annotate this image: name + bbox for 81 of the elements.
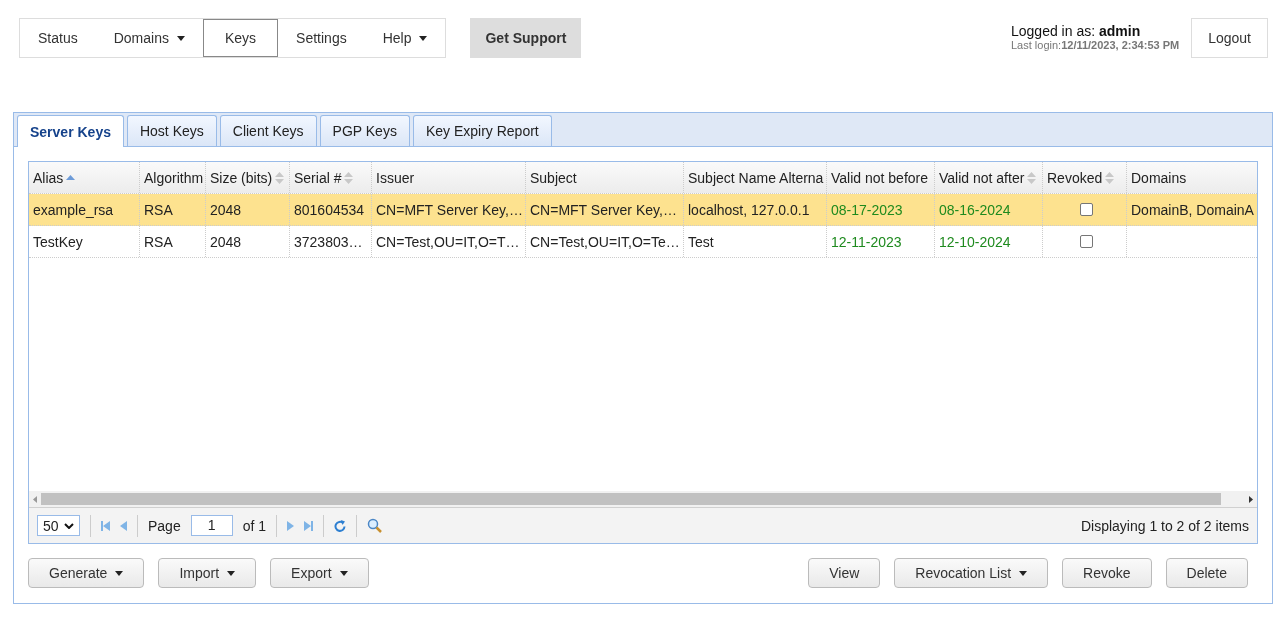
action-button[interactable]: Delete	[1165, 558, 1248, 588]
column-header[interactable]: Domains	[1127, 162, 1257, 193]
table-cell: 2048	[210, 201, 242, 218]
column-label: Issuer	[376, 169, 415, 186]
column-label: Subject Name Alterna	[688, 169, 824, 186]
column-header[interactable]: Alias	[29, 162, 140, 193]
scroll-right-icon[interactable]	[1249, 495, 1253, 503]
action-button[interactable]: View	[808, 558, 881, 588]
nav-item[interactable]: Status	[20, 19, 96, 57]
page-size-select[interactable]: 50	[37, 515, 80, 536]
column-label: Algorithm	[144, 169, 204, 186]
prev-icon	[120, 520, 127, 531]
table-cell: 08-17-2023	[831, 201, 903, 218]
table-cell: CN=MFT Server Key,…	[530, 201, 677, 218]
table-cell: 2048	[210, 233, 242, 250]
page-label: Page	[148, 517, 181, 534]
last-page-icon[interactable]	[304, 520, 314, 531]
table-cell: 08-16-2024	[939, 201, 1011, 218]
tab[interactable]: PGP Keys	[319, 115, 410, 146]
column-header[interactable]: Subject	[526, 162, 684, 193]
column-label: Size (bits)	[210, 169, 273, 186]
tab[interactable]: Host Keys	[126, 115, 217, 146]
action-button[interactable]: Export	[270, 558, 369, 588]
pager-summary: Displaying 1 to 2 of 2 items	[1080, 517, 1249, 534]
table-cell: CN=Test,OU=IT,O=Te…	[530, 233, 680, 250]
column-label: Valid not before	[831, 169, 929, 186]
table-cell: TestKey	[33, 233, 83, 250]
tab[interactable]: Key Expiry Report	[412, 115, 552, 146]
tab[interactable]: Client Keys	[219, 115, 317, 146]
search-icon[interactable]	[367, 518, 383, 533]
column-header[interactable]: Subject Name Alterna	[684, 162, 827, 193]
table-cell: CN=Test,OU=IT,O=T…	[376, 233, 520, 250]
action-button[interactable]: Revoke	[1062, 558, 1152, 588]
scroll-left-icon[interactable]	[33, 495, 37, 503]
column-header[interactable]: Size (bits)	[206, 162, 290, 193]
table-cell: 801604534	[294, 201, 365, 218]
column-header[interactable]: Algorithm	[140, 162, 206, 193]
table-cell: RSA	[144, 233, 173, 250]
chevron-down-icon	[64, 522, 74, 529]
revoked-checkbox[interactable]	[1080, 235, 1093, 248]
column-label: Domains	[1131, 169, 1187, 186]
next-icon	[287, 520, 295, 531]
table-row[interactable]: example_rsa RSA 2048 801604534 CN=MFT Server Key,… CN=MFT Server Key,… localhost, 127.0.0.1 08-17-2023 08-16-2024 DomainB, DomainA	[29, 194, 1257, 226]
column-header[interactable]: Valid not before	[827, 162, 935, 193]
action-button[interactable]: Import	[158, 558, 257, 588]
column-header[interactable]: Valid not after	[935, 162, 1043, 193]
action-button[interactable]: Generate	[28, 558, 145, 588]
nav-item[interactable]: Domains	[95, 19, 203, 57]
table-row[interactable]: TestKey RSA 2048 3723803… CN=Test,OU=IT,O=T… CN=Test,OU=IT,O=Te… Test 12-11-2023 12-10-2024	[29, 226, 1257, 258]
column-label: Subject	[530, 169, 577, 186]
table-cell: 3723803…	[294, 233, 363, 250]
logged-in-text: Logged in as: admin	[1011, 23, 1142, 39]
action-button[interactable]: Revocation List	[894, 558, 1049, 588]
revoked-checkbox[interactable]	[1080, 203, 1093, 216]
tab[interactable]: Server Keys	[17, 115, 124, 147]
table-cell: example_rsa	[33, 201, 114, 218]
nav-item[interactable]: Keys	[202, 19, 279, 57]
table-cell: CN=MFT Server Key,…	[376, 201, 523, 218]
logout-button[interactable]: Logout	[1191, 18, 1268, 58]
support-button[interactable]: Get Support	[470, 18, 582, 58]
column-label: Valid not after	[939, 169, 1025, 186]
horizontal-scrollbar[interactable]	[29, 491, 1257, 507]
table-cell: RSA	[144, 201, 173, 218]
column-label: Alias	[33, 169, 64, 186]
column-header[interactable]: Serial #	[290, 162, 372, 193]
column-header[interactable]: Revoked	[1043, 162, 1127, 193]
first-page-icon[interactable]	[101, 520, 110, 531]
table-cell: localhost, 127.0.0.1	[688, 201, 810, 218]
table-cell: 12-11-2023	[831, 233, 902, 250]
column-header[interactable]: Issuer	[372, 162, 526, 193]
nav-item[interactable]: Help	[364, 19, 446, 57]
table-cell: DomainB, DomainA	[1131, 201, 1254, 218]
nav-item[interactable]: Settings	[278, 19, 365, 57]
refresh-icon[interactable]	[334, 519, 347, 532]
column-label: Revoked	[1047, 169, 1103, 186]
column-label: Serial #	[294, 169, 342, 186]
table-cell: Test	[688, 233, 714, 250]
last-login-text: Last login:12/11/2023, 2:34:53 PM	[1011, 39, 1180, 51]
page-count: of 1	[242, 517, 267, 534]
page-input[interactable]: 1	[190, 515, 233, 536]
table-cell: 12-10-2024	[939, 233, 1011, 250]
